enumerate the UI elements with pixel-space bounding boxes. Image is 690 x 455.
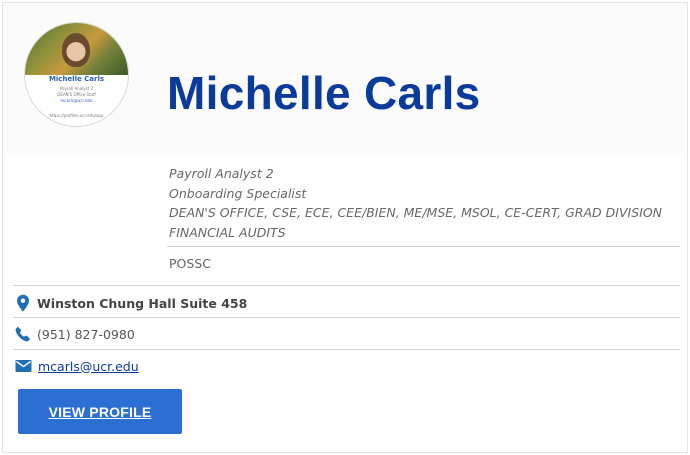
job-title-2: Onboarding Specialist bbox=[169, 185, 307, 201]
location-row: Winston Chung Hall Suite 458 bbox=[15, 293, 680, 313]
avatar-title: Payroll Analyst 2 bbox=[59, 86, 94, 91]
phone-icon bbox=[15, 326, 30, 342]
phone-row: (951) 827-0980 bbox=[15, 324, 680, 344]
job-title-3: DEAN'S OFFICE, CSE, ECE, CEE/BIEN, ME/MS… bbox=[169, 205, 663, 221]
email-row: mcarls@ucr.edu bbox=[15, 356, 680, 376]
avatar: Michelle Carls Payroll Analyst 2 DEAN'S … bbox=[24, 22, 129, 127]
avatar-office: DEAN'S Office Staff bbox=[57, 92, 96, 97]
profile-name: Michelle Carls bbox=[167, 67, 481, 119]
job-title-1: Payroll Analyst 2 bbox=[169, 166, 274, 181]
divider-titles bbox=[167, 246, 680, 247]
divider-phone bbox=[13, 349, 680, 350]
email-link[interactable]: mcarls@ucr.edu bbox=[38, 359, 139, 374]
profile-card: Michelle Carls Payroll Analyst 2 DEAN'S … bbox=[2, 2, 688, 453]
avatar-face bbox=[62, 33, 90, 67]
divider-header bbox=[13, 285, 680, 286]
location-text: Winston Chung Hall Suite 458 bbox=[37, 295, 248, 311]
department: POSSC bbox=[169, 256, 211, 271]
mail-icon bbox=[15, 360, 32, 372]
avatar-email: mcarls@ucr.edu bbox=[60, 98, 93, 103]
map-pin-icon bbox=[17, 294, 29, 312]
avatar-url: https://profiles.ucr.edu/app bbox=[49, 113, 104, 118]
phone-number: (951) 827-0980 bbox=[37, 326, 135, 342]
avatar-name: Michelle Carls bbox=[48, 75, 105, 83]
job-title-4: FINANCIAL AUDITS bbox=[169, 224, 286, 240]
job-titles: Payroll Analyst 2 Onboarding Specialist … bbox=[169, 164, 684, 242]
view-profile-button[interactable]: VIEW PROFILE bbox=[18, 389, 182, 434]
divider-location bbox=[13, 317, 680, 318]
